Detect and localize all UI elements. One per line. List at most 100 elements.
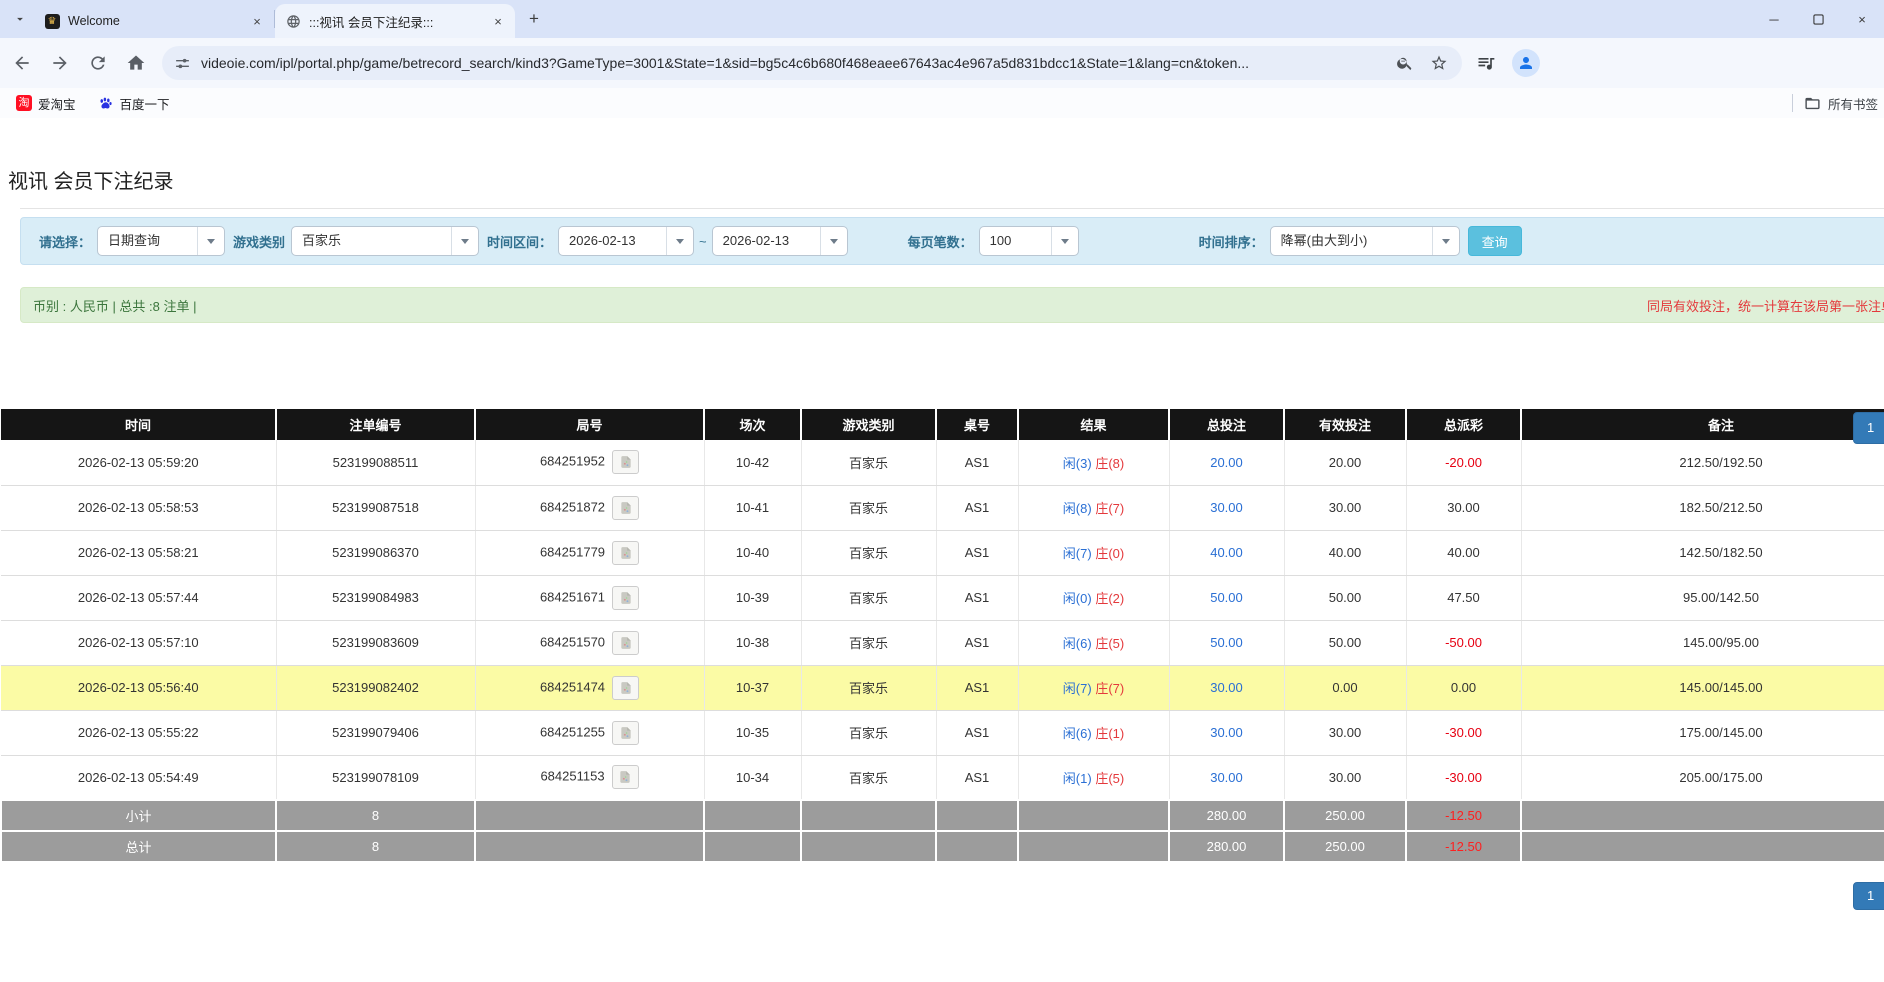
round-number: 684251671 [540, 589, 605, 604]
cell-remark: 142.50/182.50 [1521, 530, 1884, 575]
cell-time: 2026-02-13 05:55:22 [1, 710, 276, 755]
search-button[interactable]: 查询 [1468, 226, 1522, 256]
cell-total-bet[interactable]: 20.00 [1169, 440, 1284, 485]
bookmark-baidu[interactable]: 百度一下 [92, 92, 176, 115]
result-banker: 庄(2) [1095, 591, 1124, 606]
close-icon[interactable]: × [248, 12, 266, 30]
home-icon[interactable] [120, 47, 152, 79]
tab-search-button[interactable] [6, 5, 34, 33]
close-window-icon[interactable]: × [1840, 4, 1884, 34]
replay-button[interactable] [612, 541, 639, 565]
col-remark: 备注 [1521, 409, 1884, 440]
cell-round: 684251779 [475, 530, 704, 575]
media-controls-icon[interactable] [1476, 53, 1496, 73]
bookmark-label: 百度一下 [120, 94, 170, 113]
result-player: 闲(6) [1063, 636, 1092, 651]
url-text[interactable]: videoie.com/ipl/portal.php/game/betrecor… [201, 55, 1384, 71]
pagination-page-1-bottom[interactable]: 1 [1853, 882, 1884, 910]
total-label: 总计 [1, 831, 276, 862]
cell-payout: 47.50 [1406, 575, 1521, 620]
cell-total-bet[interactable]: 30.00 [1169, 485, 1284, 530]
cell-valid-bet: 50.00 [1284, 620, 1406, 665]
all-bookmarks-button[interactable]: 所有书签 [1804, 94, 1878, 113]
replay-button[interactable] [612, 765, 639, 789]
table-row: 2026-02-13 05:58:53 523199087518 6842518… [1, 485, 1884, 530]
cell-round: 684251153 [475, 755, 704, 800]
cell-result: 闲(7) 庄(0) [1018, 530, 1169, 575]
cell-total-bet[interactable]: 50.00 [1169, 620, 1284, 665]
cell-bet-id: 523199083609 [276, 620, 475, 665]
new-tab-button[interactable]: + [521, 6, 547, 32]
video-record-icon [619, 636, 633, 650]
page-size-dropdown[interactable]: 100 [979, 226, 1079, 256]
cell-time: 2026-02-13 05:58:53 [1, 485, 276, 530]
cell-valid-bet: 50.00 [1284, 575, 1406, 620]
replay-button[interactable] [612, 721, 639, 745]
date-to-dropdown[interactable]: 2026-02-13 [712, 226, 848, 256]
col-game-type: 游戏类别 [801, 409, 936, 440]
site-info-icon[interactable] [174, 55, 191, 72]
total-count: 8 [276, 831, 475, 862]
cell-total-bet[interactable]: 30.00 [1169, 665, 1284, 710]
cell-round: 684251952 [475, 440, 704, 485]
cell-total-bet[interactable]: 50.00 [1169, 575, 1284, 620]
forward-icon[interactable] [44, 47, 76, 79]
cell-payout: 30.00 [1406, 485, 1521, 530]
round-number: 684251872 [540, 499, 605, 514]
cell-table-no: AS1 [936, 440, 1018, 485]
pagination-page-1-top[interactable]: 1 [1853, 412, 1884, 444]
all-bookmarks-label: 所有书签 [1828, 94, 1878, 113]
minimize-icon[interactable]: ─ [1752, 4, 1796, 34]
back-icon[interactable] [6, 47, 38, 79]
cell-result: 闲(0) 庄(2) [1018, 575, 1169, 620]
cell-total-bet[interactable]: 30.00 [1169, 710, 1284, 755]
tab-welcome[interactable]: ♛ Welcome × [34, 4, 274, 38]
cell-payout: 0.00 [1406, 665, 1521, 710]
cell-result: 闲(6) 庄(1) [1018, 710, 1169, 755]
video-record-icon [618, 770, 632, 784]
sort-dropdown[interactable]: 降幂(由大到小) [1270, 226, 1460, 256]
video-record-icon [619, 726, 633, 740]
bookmark-aitaobao[interactable]: 淘 爱淘宝 [10, 92, 82, 115]
query-type-dropdown[interactable]: 日期查询 [97, 226, 225, 256]
cell-time: 2026-02-13 05:57:10 [1, 620, 276, 665]
replay-button[interactable] [612, 450, 639, 474]
round-number: 684251255 [540, 724, 605, 739]
page-content: 视讯 会员下注纪录 请选择： 日期查询 游戏类别 百家乐 时间区间： 2026-… [0, 165, 1884, 863]
date-from-dropdown[interactable]: 2026-02-13 [558, 226, 694, 256]
round-number: 684251153 [540, 769, 604, 784]
cell-result: 闲(8) 庄(7) [1018, 485, 1169, 530]
cell-total-bet[interactable]: 30.00 [1169, 755, 1284, 800]
chevron-down-icon [666, 227, 693, 255]
cell-remark: 182.50/212.50 [1521, 485, 1884, 530]
cell-session: 10-38 [704, 620, 801, 665]
taobao-icon: 淘 [16, 95, 32, 111]
game-type-dropdown[interactable]: 百家乐 [291, 226, 479, 256]
dropdown-value: 2026-02-13 [713, 227, 820, 255]
replay-button[interactable] [612, 676, 639, 700]
replay-button[interactable] [612, 631, 639, 655]
replay-button[interactable] [612, 496, 639, 520]
cell-valid-bet: 30.00 [1284, 755, 1406, 800]
cell-valid-bet: 30.00 [1284, 485, 1406, 530]
bookmark-star-icon[interactable] [1426, 50, 1452, 76]
maximize-icon[interactable] [1796, 4, 1840, 34]
round-number: 684251952 [540, 454, 605, 469]
browser-toolbar: videoie.com/ipl/portal.php/game/betrecor… [0, 38, 1884, 88]
cell-bet-id: 523199087518 [276, 485, 475, 530]
result-player: 闲(7) [1063, 681, 1092, 696]
reload-icon[interactable] [82, 47, 114, 79]
cell-bet-id: 523199079406 [276, 710, 475, 755]
total-row: 总计 8 280.00 250.00 -12.50 [1, 831, 1884, 862]
address-bar[interactable]: videoie.com/ipl/portal.php/game/betrecor… [162, 46, 1462, 80]
zoom-out-icon[interactable] [1392, 50, 1418, 76]
profile-avatar[interactable] [1512, 49, 1540, 77]
cell-bet-id: 523199078109 [276, 755, 475, 800]
replay-button[interactable] [612, 586, 639, 610]
result-player: 闲(7) [1063, 546, 1092, 561]
close-icon[interactable]: × [489, 12, 507, 30]
subtotal-row: 小计 8 280.00 250.00 -12.50 [1, 800, 1884, 831]
tab-betrecord-active[interactable]: :::视讯 会员下注纪录::: × [275, 4, 515, 38]
bet-records-table: 时间 注单编号 局号 场次 游戏类别 桌号 结果 总投注 有效投注 总派彩 备注… [0, 409, 1884, 863]
cell-total-bet[interactable]: 40.00 [1169, 530, 1284, 575]
